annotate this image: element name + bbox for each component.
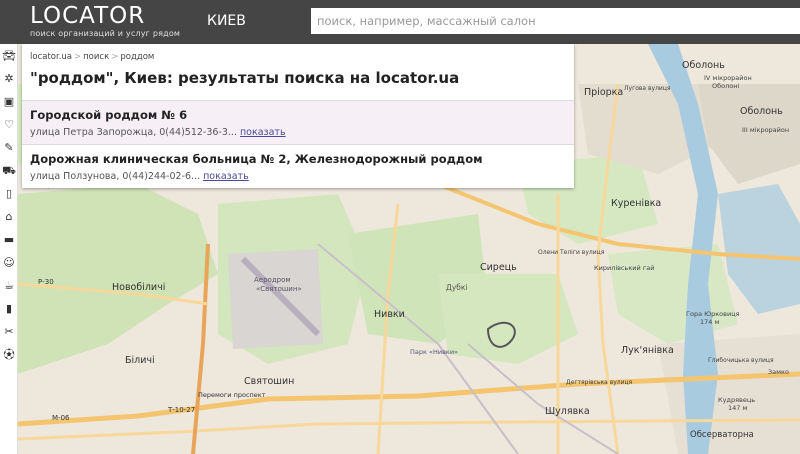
map-label-obsevatoriya: Обсерваторна: [690, 430, 754, 440]
search-results-panel: locator.ua > поиск > роддом "роддом", Киев: …: [22, 44, 574, 188]
category-sidebar: 🚘︎ ✲ ▣ ♡ ✎ ⛟ ▯ ⌂ ▬ ☺ ☕︎ ▮ ✂ ⚽︎: [0, 44, 18, 454]
map-label-obolon-2: Оболонь: [740, 106, 783, 117]
breadcrumb-separator: >: [74, 52, 82, 62]
map-label-kudryavets: Кудрявець: [718, 396, 755, 404]
map-label-kudryavets-h: 147 м: [728, 404, 747, 412]
city-selector[interactable]: КИЕВ: [207, 13, 246, 29]
header-bar: LOCATOR поиск организаций и услуг рядом …: [0, 0, 800, 44]
truck-icon[interactable]: ▮: [0, 297, 18, 320]
cart-icon[interactable]: ⛟: [0, 159, 18, 182]
map-label-nyvky: Нивки: [374, 309, 405, 320]
map-label-priorka: Пріорка: [584, 87, 623, 98]
breadcrumb: locator.ua > поиск > роддом: [30, 52, 154, 62]
map-label-zamkova: Замко: [768, 368, 789, 376]
road-label-t1027: Т-10-27: [167, 406, 195, 414]
map-label-m3: III мікрорайон: [742, 126, 789, 134]
show-phone-link[interactable]: показать: [240, 127, 286, 138]
map-label-park: Парк «Нивки»: [410, 348, 458, 356]
map-label-dubky: Дубкі: [446, 283, 468, 292]
bank-icon[interactable]: ⌂: [0, 205, 18, 228]
road-label-telihy: Олени Теліги вулиця: [538, 249, 605, 256]
first-aid-icon[interactable]: ▣: [0, 90, 18, 113]
map-label-obolon: Оболонь: [682, 60, 725, 71]
map-label-kurenivka: Куренівка: [611, 198, 661, 209]
result-address-phone: улица Ползунова, 0(44)244-02-6...: [30, 171, 201, 182]
result-item[interactable]: Дорожная клиническая больница № 2, Желез…: [22, 144, 574, 188]
road-label-glybochytska: Глибочицька вулиця: [708, 357, 774, 364]
map-label-gai: Кирилівський гай: [594, 264, 654, 272]
result-item[interactable]: Городской роддом № 6 улица Петра Запорож…: [22, 100, 574, 144]
road-label-degtyarivska: Дегтярівська вулиця: [566, 379, 633, 386]
road-label-lugova: Лугова вулиця: [624, 85, 671, 92]
scissors-icon[interactable]: ✂: [0, 320, 18, 343]
map-label-airport-2: «Святошин»: [256, 285, 302, 293]
result-info: улица Ползунова, 0(44)244-02-6... показат…: [30, 171, 566, 182]
breadcrumb-separator: >: [111, 52, 119, 62]
car-icon[interactable]: 🚘︎: [0, 44, 18, 67]
map-label-m4-2: Оболоні: [712, 82, 739, 90]
result-name[interactable]: Дорожная клиническая больница № 2, Желез…: [30, 152, 566, 166]
smile-icon[interactable]: ☺: [0, 251, 18, 274]
result-info: улица Петра Запорожца, 0(44)512-36-3... п…: [30, 127, 566, 138]
coffee-icon[interactable]: ☕︎: [0, 274, 18, 297]
breadcrumb-link-home[interactable]: locator.ua: [30, 52, 72, 62]
map-label-m4: IV мікрорайон: [704, 74, 752, 82]
logo[interactable]: LOCATOR поиск организаций и услуг рядом: [30, 4, 180, 38]
road-label-prospect: Перемоги проспект: [198, 391, 266, 399]
breadcrumb-link-search[interactable]: поиск: [83, 52, 109, 62]
breadcrumb-current: роддом: [120, 52, 155, 62]
map-label-bilychi: Біличі: [125, 355, 155, 366]
heart-icon[interactable]: ♡: [0, 113, 18, 136]
map-label-lukianivka: Лук'янівка: [621, 345, 674, 356]
search-input[interactable]: поиск, например, массажный салон: [311, 8, 800, 34]
result-address-phone: улица Петра Запорожца, 0(44)512-36-3...: [30, 127, 237, 138]
show-phone-link[interactable]: показать: [203, 171, 249, 182]
road-label-m06: М-06: [52, 414, 70, 422]
map-label-yurkovytsia-h: 174 м: [700, 318, 719, 326]
bed-icon[interactable]: ▬: [0, 228, 18, 251]
map-label-novobilychi: Новобіличі: [112, 282, 165, 293]
paw-icon[interactable]: ✲: [0, 67, 18, 90]
map-label-airport: Аеродром: [254, 276, 291, 284]
ball-icon[interactable]: ⚽︎: [0, 343, 18, 366]
road-label-p30: Р-30: [38, 278, 54, 286]
map-label-shuliavka: Шулявка: [545, 406, 590, 417]
phone-icon[interactable]: ▯: [0, 182, 18, 205]
logo-tagline: поиск организаций и услуг рядом: [30, 29, 181, 38]
logo-text: LOCATOR: [30, 3, 146, 29]
brush-icon[interactable]: ✎: [0, 136, 18, 159]
map-label-sviatoshyn: Святошин: [244, 376, 294, 387]
result-name[interactable]: Городской роддом № 6: [30, 108, 566, 122]
map-label-syrets: Сирець: [480, 262, 517, 273]
page-title: "роддом", Киев: результаты поиска на loc…: [30, 69, 460, 87]
map-label-yurkovytsia: Гора Юрковиця: [686, 310, 740, 318]
